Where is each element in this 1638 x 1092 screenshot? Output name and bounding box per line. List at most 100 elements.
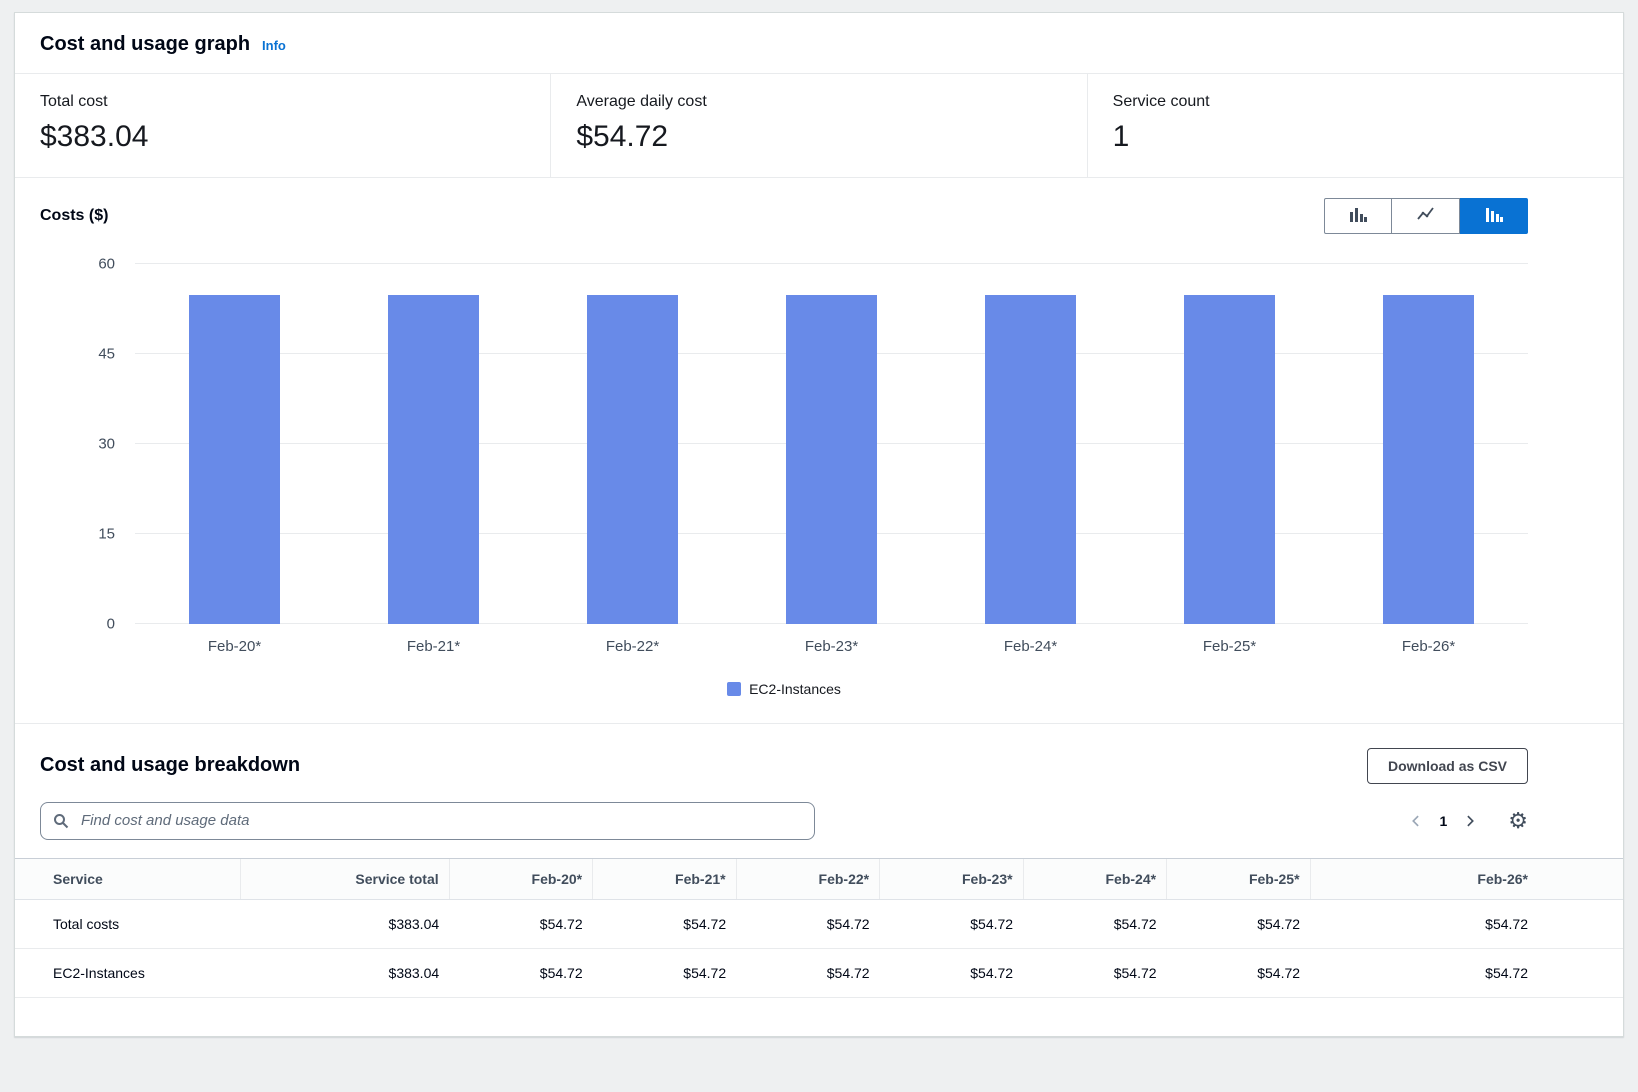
value-cell: $383.04 bbox=[240, 948, 449, 997]
y-tick-label: 60 bbox=[98, 255, 115, 272]
service-count-stat: Service count 1 bbox=[1087, 74, 1623, 177]
bar-Feb-26*[interactable] bbox=[1383, 295, 1475, 623]
average-daily-cost-value: $54.72 bbox=[576, 120, 1061, 155]
table-controls: 1 ⚙ bbox=[15, 794, 1623, 858]
value-cell: $54.72 bbox=[736, 899, 879, 948]
column-header: Feb-25* bbox=[1167, 858, 1310, 899]
summary-stats: Total cost $383.04 Average daily cost $5… bbox=[15, 73, 1623, 178]
column-header: Feb-20* bbox=[449, 858, 592, 899]
value-cell: $54.72 bbox=[880, 948, 1023, 997]
table-header-row: ServiceService totalFeb-20*Feb-21*Feb-22… bbox=[15, 858, 1623, 899]
x-tick-label: Feb-24* bbox=[931, 638, 1130, 655]
search-box[interactable] bbox=[40, 802, 815, 840]
x-tick-label: Feb-20* bbox=[135, 638, 334, 655]
chevron-right-icon bbox=[1463, 814, 1476, 828]
info-link[interactable]: Info bbox=[262, 38, 286, 53]
value-cell: $54.72 bbox=[1167, 899, 1310, 948]
table-bottom-padding bbox=[15, 998, 1623, 1036]
bar-Feb-25*[interactable] bbox=[1184, 295, 1276, 623]
bar-slot bbox=[334, 264, 533, 624]
bars-area bbox=[135, 264, 1528, 624]
bar-chart-button[interactable] bbox=[1324, 198, 1392, 234]
chart-section: Costs ($) bbox=[15, 178, 1623, 723]
legend-label: EC2-Instances bbox=[749, 681, 841, 697]
bar-Feb-23*[interactable] bbox=[786, 295, 878, 623]
cost-and-usage-card: Cost and usage graph Info Total cost $38… bbox=[14, 12, 1624, 1037]
total-cost-label: Total cost bbox=[40, 93, 525, 111]
page: Cost and usage graph Info Total cost $38… bbox=[0, 0, 1638, 1051]
column-header: Service total bbox=[240, 858, 449, 899]
x-tick-label: Feb-25* bbox=[1130, 638, 1329, 655]
table-row: EC2-Instances$383.04$54.72$54.72$54.72$5… bbox=[15, 948, 1623, 997]
legend-swatch bbox=[727, 682, 741, 696]
y-axis-title: Costs ($) bbox=[40, 207, 108, 225]
stacked-bar-chart-button[interactable] bbox=[1460, 198, 1528, 234]
breakdown-header: Cost and usage breakdown Download as CSV bbox=[15, 724, 1623, 794]
cost-and-usage-breakdown-section: Cost and usage breakdown Download as CSV bbox=[15, 723, 1623, 1036]
value-cell: $54.72 bbox=[880, 899, 1023, 948]
search-input[interactable] bbox=[79, 811, 802, 830]
bar-Feb-22*[interactable] bbox=[587, 295, 679, 623]
previous-page-button[interactable] bbox=[1404, 812, 1429, 830]
y-tick-label: 45 bbox=[98, 345, 115, 362]
bar-slot bbox=[931, 264, 1130, 624]
breakdown-title: Cost and usage breakdown bbox=[40, 754, 300, 777]
bar-slot bbox=[732, 264, 931, 624]
column-header: Feb-22* bbox=[736, 858, 879, 899]
table-row: Total costs$383.04$54.72$54.72$54.72$54.… bbox=[15, 899, 1623, 948]
total-cost-value: $383.04 bbox=[40, 120, 525, 155]
x-tick-label: Feb-26* bbox=[1329, 638, 1528, 655]
value-cell: $54.72 bbox=[593, 899, 736, 948]
breakdown-table: ServiceService totalFeb-20*Feb-21*Feb-22… bbox=[15, 858, 1623, 998]
y-tick-label: 15 bbox=[98, 525, 115, 542]
line-chart-icon bbox=[1417, 206, 1435, 225]
card-header: Cost and usage graph Info bbox=[15, 13, 1623, 73]
column-header: Feb-26* bbox=[1310, 858, 1623, 899]
value-cell: $54.72 bbox=[1167, 948, 1310, 997]
x-tick-label: Feb-22* bbox=[533, 638, 732, 655]
bar-Feb-24*[interactable] bbox=[985, 295, 1077, 623]
chevron-left-icon bbox=[1410, 814, 1423, 828]
value-cell: $54.72 bbox=[736, 948, 879, 997]
value-cell: $54.72 bbox=[449, 899, 592, 948]
chart-toolbar: Costs ($) bbox=[40, 198, 1528, 234]
total-cost-stat: Total cost $383.04 bbox=[15, 74, 550, 177]
x-axis: Feb-20*Feb-21*Feb-22*Feb-23*Feb-24*Feb-2… bbox=[135, 638, 1528, 655]
service-count-value: 1 bbox=[1113, 120, 1598, 155]
bar-Feb-21*[interactable] bbox=[388, 295, 480, 623]
next-page-button[interactable] bbox=[1457, 812, 1482, 830]
download-csv-button[interactable]: Download as CSV bbox=[1367, 748, 1528, 784]
stacked-bar-chart-icon bbox=[1485, 206, 1503, 225]
column-header: Feb-21* bbox=[593, 858, 736, 899]
service-cell: Total costs bbox=[15, 899, 240, 948]
bar-slot bbox=[135, 264, 334, 624]
column-header: Feb-24* bbox=[1023, 858, 1166, 899]
value-cell: $54.72 bbox=[1023, 948, 1166, 997]
settings-gear-icon[interactable]: ⚙ bbox=[1508, 810, 1528, 832]
legend: EC2-Instances bbox=[40, 681, 1528, 697]
value-cell: $54.72 bbox=[1310, 948, 1623, 997]
value-cell: $54.72 bbox=[1310, 899, 1623, 948]
page-number[interactable]: 1 bbox=[1439, 813, 1447, 829]
y-tick-label: 0 bbox=[107, 615, 115, 632]
line-chart-button[interactable] bbox=[1392, 198, 1460, 234]
chart: 015304560 bbox=[40, 264, 1528, 624]
column-header: Service bbox=[15, 858, 240, 899]
x-tick-label: Feb-21* bbox=[334, 638, 533, 655]
pagination: 1 ⚙ bbox=[1404, 810, 1528, 832]
bar-Feb-20*[interactable] bbox=[189, 295, 281, 623]
x-tick-label: Feb-23* bbox=[732, 638, 931, 655]
value-cell: $54.72 bbox=[1023, 899, 1166, 948]
y-axis: 015304560 bbox=[40, 264, 135, 624]
search-icon bbox=[53, 813, 69, 829]
bar-slot bbox=[1329, 264, 1528, 624]
column-header: Feb-23* bbox=[880, 858, 1023, 899]
bar-slot bbox=[1130, 264, 1329, 624]
table-body: Total costs$383.04$54.72$54.72$54.72$54.… bbox=[15, 899, 1623, 997]
bar-slot bbox=[533, 264, 732, 624]
plot-area bbox=[135, 264, 1528, 624]
chart-type-toggle-group bbox=[1324, 198, 1528, 234]
bar-chart-icon bbox=[1349, 206, 1367, 225]
page-title: Cost and usage graph bbox=[40, 33, 250, 56]
value-cell: $54.72 bbox=[449, 948, 592, 997]
